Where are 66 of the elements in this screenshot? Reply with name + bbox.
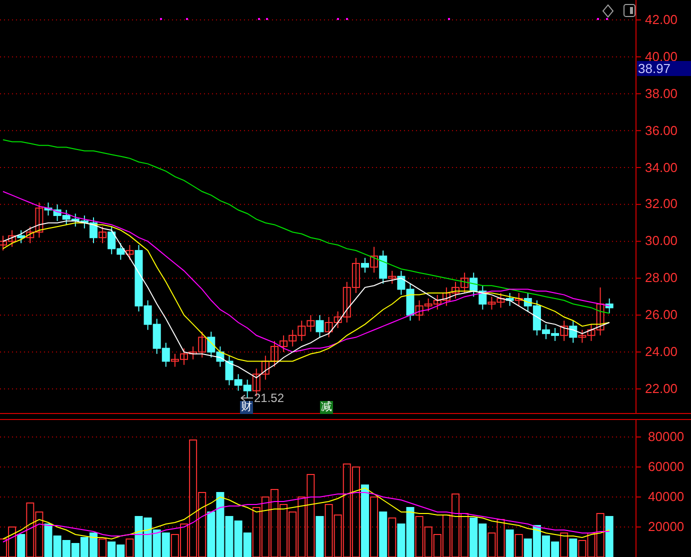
volume-bar	[288, 512, 297, 557]
volume-bar	[569, 538, 578, 557]
low-arrow-icon	[240, 394, 254, 402]
candlestick	[53, 204, 62, 222]
volume-bar	[62, 540, 70, 557]
candlestick	[496, 292, 505, 308]
candlestick	[506, 292, 514, 306]
volume-bar	[514, 534, 523, 557]
volume-bar	[280, 504, 288, 557]
event-badge[interactable]: 减	[320, 401, 333, 414]
candlestick	[324, 316, 333, 338]
volume-bar	[298, 496, 306, 557]
price-axis-label: 32.00	[645, 196, 678, 212]
volume-axis-label: 80000	[648, 429, 684, 444]
candlestick	[460, 272, 469, 294]
volume-bar	[605, 516, 614, 557]
price-axis-label: 30.00	[645, 233, 678, 248]
volume-bar	[162, 532, 170, 557]
candlestick	[8, 230, 16, 248]
volume-bar	[388, 518, 396, 557]
volume-bar	[370, 496, 378, 557]
candlestick	[288, 329, 297, 347]
candlestick	[470, 272, 478, 298]
candlestick	[261, 355, 270, 380]
price-axis-label: 34.00	[645, 160, 678, 175]
volume-bar	[379, 512, 388, 557]
volume-bar	[108, 542, 116, 557]
price-axis-label: 38.00	[645, 86, 678, 101]
volume-axis-label: 20000	[648, 519, 684, 534]
volume-axis-label: 60000	[648, 459, 684, 474]
candlestick	[17, 230, 26, 244]
volume-bar	[478, 524, 487, 557]
candlestick	[442, 286, 450, 306]
candlestick	[316, 314, 324, 338]
price-axis-label: 28.00	[645, 270, 678, 286]
volume-bar	[324, 504, 333, 557]
price-axis-label: 36.00	[645, 122, 678, 138]
volume-bar	[424, 526, 432, 557]
diamond-icon	[602, 4, 614, 18]
price-axis-label: 22.00	[645, 380, 678, 396]
volume-bar	[80, 537, 88, 557]
low-price-label: 21.52	[254, 391, 284, 405]
candlestick	[216, 346, 224, 368]
volume-bar	[261, 496, 270, 557]
candlestick	[298, 320, 306, 342]
volume-bar	[415, 516, 424, 557]
candlestick	[306, 314, 315, 332]
candlestick	[71, 213, 80, 228]
volume-bar	[207, 512, 216, 557]
price-axis-label: 42.00	[645, 12, 678, 27]
toggle-icon[interactable]	[624, 4, 636, 17]
price-axis-label: 26.00	[645, 307, 678, 322]
current-price-label: 38.97	[637, 61, 691, 76]
volume-axis-label: 40000	[648, 489, 684, 504]
event-badge[interactable]: 财	[240, 401, 253, 414]
candlestick	[514, 292, 523, 306]
price-axis-label: 24.00	[645, 344, 678, 359]
volume-bar	[470, 518, 478, 557]
price-axis-label: 40.00	[645, 48, 678, 64]
candlestick	[207, 331, 216, 358]
candlestick	[433, 294, 442, 310]
candlestick	[62, 209, 70, 226]
volume-bar	[35, 512, 44, 557]
volume-bar	[506, 530, 514, 557]
volume-bar	[71, 543, 80, 557]
volume-bar	[98, 538, 107, 557]
